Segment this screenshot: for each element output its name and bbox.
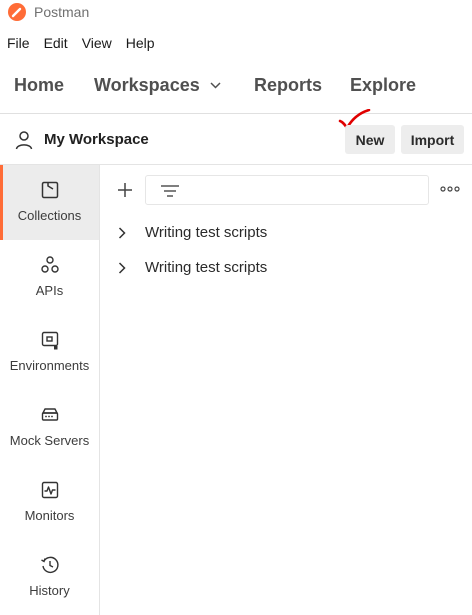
environments-icon	[41, 331, 58, 350]
sidebar-item-mock-servers[interactable]: Mock Servers	[0, 390, 99, 465]
menu-edit[interactable]: Edit	[37, 32, 75, 54]
apis-icon	[40, 256, 59, 273]
workspace-title: My Workspace	[44, 131, 149, 148]
collection-name: Writing test scripts	[145, 259, 268, 276]
workspace-header: My Workspace New Import	[0, 109, 472, 164]
plus-icon	[118, 183, 132, 197]
new-button[interactable]: New	[345, 125, 395, 154]
chevron-down-icon	[210, 82, 221, 89]
top-nav: Home Workspaces Reports Explore	[0, 68, 472, 104]
nav-home[interactable]: Home	[14, 75, 64, 96]
menu-help[interactable]: Help	[119, 32, 162, 54]
more-options-button[interactable]	[439, 181, 461, 197]
filter-input[interactable]	[145, 175, 429, 205]
filter-icon	[161, 185, 179, 197]
collections-panel: Writing test scripts Writing test script…	[100, 165, 472, 615]
sidebar-item-environments[interactable]: Environments	[0, 315, 99, 390]
sidebar-item-label: Mock Servers	[9, 433, 90, 448]
collections-icon	[41, 181, 58, 199]
monitors-icon	[41, 481, 58, 499]
mock-servers-icon	[41, 408, 58, 421]
nav-workspaces-label: Workspaces	[94, 75, 200, 95]
more-horizontal-icon	[440, 186, 460, 192]
collection-item[interactable]: Writing test scripts	[100, 251, 472, 285]
collection-name: Writing test scripts	[145, 224, 268, 241]
sidebar-item-label: APIs	[35, 283, 64, 298]
menu-file[interactable]: File	[0, 32, 37, 54]
history-icon	[40, 556, 59, 574]
import-button[interactable]: Import	[401, 125, 464, 154]
nav-reports[interactable]: Reports	[254, 75, 322, 96]
nav-explore[interactable]: Explore	[350, 75, 416, 96]
chevron-right-icon[interactable]	[118, 262, 126, 274]
add-collection-button[interactable]	[114, 179, 136, 201]
sidebar-item-label: Collections	[17, 208, 82, 223]
sidebar-item-history[interactable]: History	[0, 540, 99, 615]
menu-bar: File Edit View Help	[0, 32, 162, 54]
title-bar: Postman	[0, 0, 472, 24]
window-title: Postman	[34, 4, 90, 20]
user-icon	[15, 131, 33, 150]
collection-item[interactable]: Writing test scripts	[100, 216, 472, 250]
nav-workspaces[interactable]: Workspaces	[94, 75, 221, 96]
sidebar: Collections APIs Environments Mock Serve…	[0, 165, 100, 615]
sidebar-item-label: History	[29, 583, 70, 598]
sidebar-item-label: Environments	[9, 358, 90, 373]
sidebar-item-monitors[interactable]: Monitors	[0, 465, 99, 540]
sidebar-item-apis[interactable]: APIs	[0, 240, 99, 315]
sidebar-item-collections[interactable]: Collections	[0, 165, 99, 240]
menu-view[interactable]: View	[75, 32, 119, 54]
postman-logo-icon	[8, 3, 26, 21]
sidebar-item-label: Monitors	[24, 508, 75, 523]
chevron-right-icon[interactable]	[118, 227, 126, 239]
